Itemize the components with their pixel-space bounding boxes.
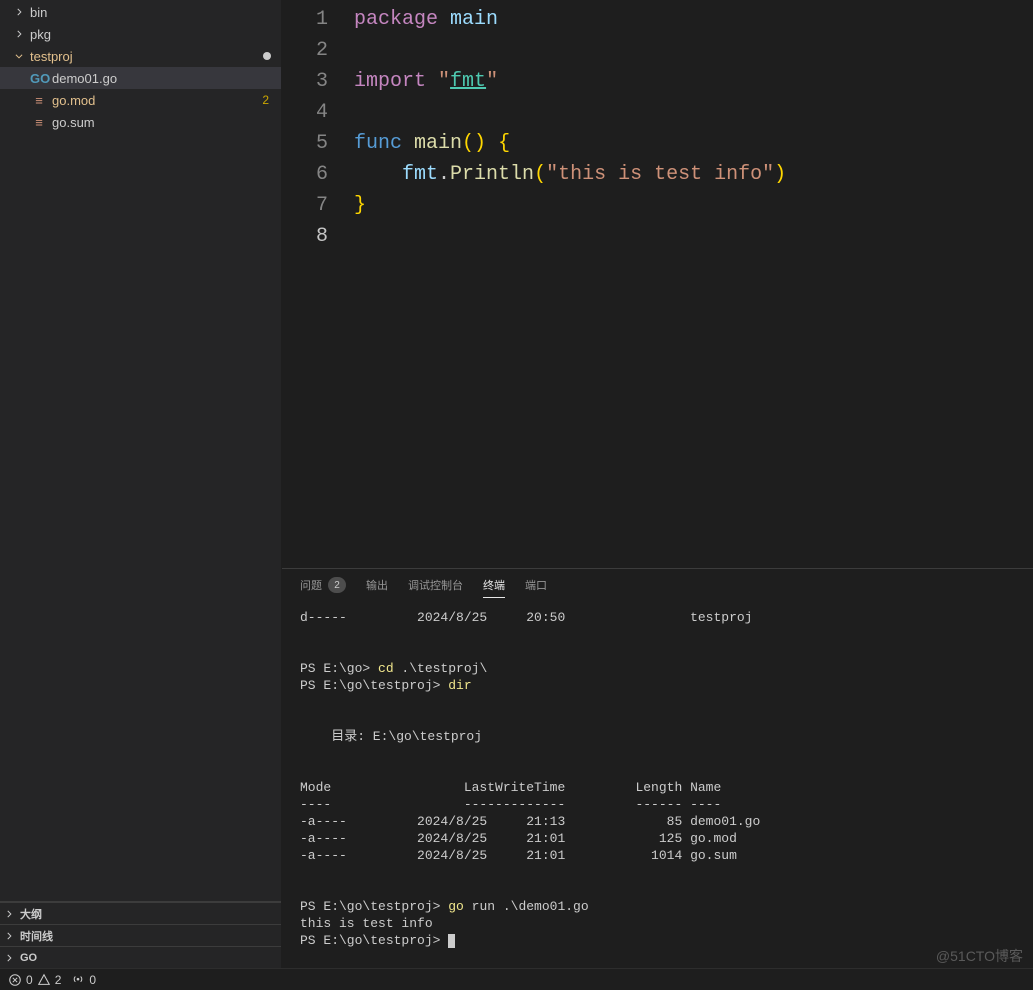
- watermark-text: @51CTO博客: [936, 946, 1023, 966]
- mod-file-icon: ≡: [30, 115, 48, 130]
- tab-debug-console[interactable]: 调试控制台: [408, 577, 463, 593]
- tab-label: 输出: [366, 577, 388, 593]
- tree-file-gomod[interactable]: ≡ go.mod 2: [0, 89, 281, 111]
- tree-file-gosum[interactable]: ≡ go.sum: [0, 111, 281, 133]
- chevron-right-icon: [4, 953, 20, 963]
- line-number-gutter: 1 2 3 4 5 6 7 8: [282, 0, 354, 568]
- tree-label: testproj: [30, 49, 263, 64]
- bottom-panel: 问题 2 输出 调试控制台 终端 端口 d----- 2024/8/25 20:…: [282, 568, 1033, 968]
- git-change-badge: 2: [262, 93, 271, 107]
- section-timeline[interactable]: 时间线: [0, 924, 281, 946]
- modified-dot-icon: [263, 52, 271, 60]
- tab-terminal[interactable]: 终端: [483, 577, 505, 598]
- tab-label: 问题: [300, 577, 322, 593]
- warning-count: 2: [55, 973, 62, 987]
- section-label: 大纲: [20, 906, 42, 922]
- tree-file-demo01[interactable]: GO demo01.go: [0, 67, 281, 89]
- go-file-icon: GO: [30, 71, 48, 86]
- chevron-right-icon: [14, 7, 30, 17]
- tree-label: go.sum: [52, 115, 271, 130]
- tree-folder-bin[interactable]: bin: [0, 1, 281, 23]
- mod-file-icon: ≡: [30, 93, 48, 108]
- tree-folder-testproj[interactable]: testproj: [0, 45, 281, 67]
- warning-icon: [37, 973, 51, 987]
- code-content[interactable]: package main import "fmt" func main() { …: [354, 0, 1033, 568]
- chevron-right-icon: [14, 29, 30, 39]
- status-bar: 0 2 0: [0, 968, 1033, 990]
- port-count: 0: [89, 973, 96, 987]
- chevron-down-icon: [14, 51, 30, 61]
- file-tree: bin pkg testproj GO demo01.go: [0, 0, 281, 901]
- status-ports[interactable]: 0: [71, 973, 96, 987]
- tree-label: pkg: [30, 27, 271, 42]
- error-icon: [8, 973, 22, 987]
- tab-label: 终端: [483, 577, 505, 593]
- tab-label: 调试控制台: [408, 577, 463, 593]
- radio-tower-icon: [71, 973, 85, 987]
- section-label: GO: [20, 952, 37, 964]
- section-go[interactable]: GO: [0, 946, 281, 968]
- chevron-right-icon: [4, 909, 20, 919]
- error-count: 0: [26, 973, 33, 987]
- main-area: 1 2 3 4 5 6 7 8 package main import "fmt…: [282, 0, 1033, 968]
- terminal-cursor: [448, 934, 455, 948]
- tree-label: demo01.go: [52, 71, 271, 86]
- tab-label: 端口: [525, 577, 547, 593]
- terminal-content[interactable]: d----- 2024/8/25 20:50 testproj PS E:\go…: [300, 601, 1015, 964]
- tab-output[interactable]: 输出: [366, 577, 388, 593]
- panel-tabs: 问题 2 输出 调试控制台 终端 端口: [300, 577, 1015, 601]
- chevron-right-icon: [4, 931, 20, 941]
- tree-folder-pkg[interactable]: pkg: [0, 23, 281, 45]
- tab-ports[interactable]: 端口: [525, 577, 547, 593]
- code-editor[interactable]: 1 2 3 4 5 6 7 8 package main import "fmt…: [282, 0, 1033, 568]
- tab-problems[interactable]: 问题 2: [300, 577, 346, 593]
- section-label: 时间线: [20, 928, 53, 944]
- tree-label: bin: [30, 5, 271, 20]
- section-outline[interactable]: 大纲: [0, 902, 281, 924]
- problems-count-badge: 2: [328, 577, 346, 593]
- tree-label: go.mod: [52, 93, 262, 108]
- explorer-sidebar: bin pkg testproj GO demo01.go: [0, 0, 282, 968]
- status-problems[interactable]: 0 2: [8, 973, 61, 987]
